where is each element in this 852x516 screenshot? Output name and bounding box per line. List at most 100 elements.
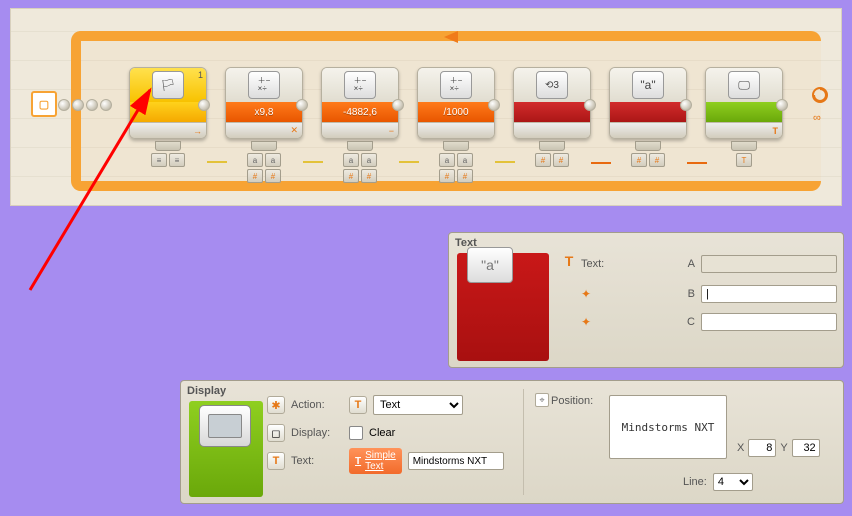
program-canvas[interactable]: ▢ 🏳 1 → ＋−×÷ x9,8 ✕ ＋−×÷ -4882,6 − ＋−×÷ /… [10,8,842,206]
data-wire [207,161,227,163]
panel-swatch: "a" [457,253,549,361]
row-letter: A [679,258,695,270]
line-label: Line: [683,476,707,488]
block-footer: − [322,122,398,138]
block-label: /1000 [418,102,494,122]
clear-label: Clear [369,427,395,439]
display-text-input[interactable] [408,452,504,470]
clear-checkbox[interactable] [349,426,363,440]
sequence-beam [197,94,217,116]
position-label: Position: [551,395,593,407]
math-icon: ＋−×÷ [440,71,472,99]
sequence-beam [775,94,795,116]
svg-text:∞: ∞ [813,112,821,124]
sequence-beam [487,94,507,116]
block-footer: T [706,122,782,138]
display-row: ◻ Display: Clear [267,421,395,445]
display-icon: 🖵 [728,71,760,99]
math-icon: ＋−×÷ [248,71,280,99]
text-icon: "a" [467,247,513,283]
text-config-panel: Text "a" T Text: A ✦ B ✦ C [448,232,844,368]
display-label: Display: [291,427,343,439]
y-label: Y [780,442,787,454]
data-hub[interactable]: ≡≡ [129,141,207,167]
display-small-icon: ◻ [267,424,285,442]
xy-row: X Y [737,439,820,457]
data-wire [399,161,419,163]
text-glyph-icon: T [349,396,367,414]
data-hub[interactable]: aa## [225,141,303,183]
data-hub[interactable]: aa## [417,141,495,183]
sequence-beam [679,94,699,116]
text-glyph-icon: T [267,452,285,470]
row-letter: B [679,288,695,300]
display-icon [199,405,251,447]
text-a-input[interactable] [701,255,837,273]
block-label [706,102,782,122]
loop-arrow-icon [444,31,458,43]
text-row: T Text: T SimpleText [267,449,504,473]
data-hub[interactable]: ## [609,141,687,167]
block-footer: ✕ [226,122,302,138]
text-block[interactable]: "a" [609,67,687,139]
block-label [610,102,686,122]
data-wire [687,162,707,164]
text-label: Text: [581,258,629,270]
number-to-text-block[interactable]: ⟲3 [513,67,591,139]
action-label: Action: [291,399,343,411]
text-icon: "a" [632,71,664,99]
block-label: x9,8 [226,102,302,122]
math-block[interactable]: ＋−×÷ x9,8 ✕ [225,67,303,139]
x-label: X [737,442,744,454]
x-input[interactable] [748,439,776,457]
text-label: Text: [291,455,343,467]
math-block[interactable]: ＋−×÷ /1000 [417,67,495,139]
sensor-icon: 🏳 [152,71,184,99]
preview-screen[interactable]: Mindstorms NXT [609,395,727,459]
action-row: ✱ Action: T Text [267,393,463,417]
sequence-beam [583,94,603,116]
line-row: Line: 4 [683,473,753,491]
math-block[interactable]: ＋−×÷ -4882,6 − [321,67,399,139]
block-label: -4882,6 [322,102,398,122]
data-wire [591,162,611,164]
data-wire [303,161,323,163]
star-icon: ✱ [267,396,285,414]
field-row-a: Text: A [581,253,837,275]
panel-swatch [189,401,263,497]
block-label [514,102,590,122]
field-row-b: ✦ B [581,283,837,305]
data-hub[interactable]: aa## [321,141,399,183]
sensor-block[interactable]: 🏳 1 → [129,67,207,139]
position-icon: ⌖ [535,393,549,407]
panel-title: Display [187,385,226,397]
math-icon: ＋−×÷ [344,71,376,99]
block-label [130,102,206,122]
sequence-beam [295,94,315,116]
y-input[interactable] [792,439,820,457]
data-hub[interactable]: ## [513,141,591,167]
plus-icon: ✦ [581,315,591,329]
sequence-beam [391,94,411,116]
block-footer [610,122,686,138]
simple-text-button[interactable]: T SimpleText [349,448,402,474]
plus-icon: ✦ [581,287,591,301]
numtotext-icon: ⟲3 [536,71,568,99]
sequence-beam [57,94,129,116]
text-b-input[interactable] [701,285,837,303]
data-hub[interactable]: T [705,141,783,167]
loop-end-icon[interactable]: ∞ [805,85,835,125]
text-glyph-icon: T [561,253,577,269]
text-c-input[interactable] [701,313,837,331]
row-letter: C [679,316,695,328]
display-block[interactable]: 🖵 T [705,67,783,139]
divider [523,389,524,495]
port-label: 1 [198,70,203,80]
start-block[interactable]: ▢ [31,91,57,117]
action-select[interactable]: Text [373,395,463,415]
block-footer [418,122,494,138]
block-footer: → [130,122,206,138]
line-select[interactable]: 4 [713,473,753,491]
data-wire [495,161,515,163]
display-config-panel: Display ✱ Action: T Text ◻ Display: Clea… [180,380,844,504]
